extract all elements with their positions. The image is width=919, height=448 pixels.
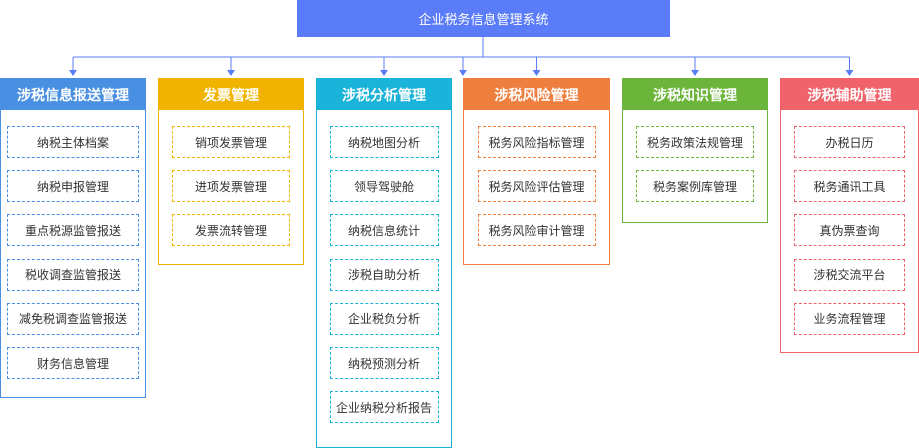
module-item: 税务政策法规管理 [636,126,754,158]
module-title: 涉税知识管理 [623,79,767,110]
module-item: 业务流程管理 [794,302,905,335]
module-item: 重点税源监管报送 [7,214,139,247]
root-node: 企业税务信息管理系统 [297,0,670,37]
module-item: 减免税调查监管报送 [7,302,139,335]
module-item: 税务案例库管理 [636,170,754,203]
module-item: 涉税自助分析 [329,258,439,291]
module-column-4: 涉税风险管理 税务风险指标管理 税务风险评估管理 税务风险审计管理 [463,78,610,265]
module-item: 税务风险指标管理 [477,126,596,158]
org-chart: 企业税务信息管理系统 涉税信息报送管理 纳税主体档案 纳税申报管理 重点税源监管报送税… [0,0,919,448]
branch-arrow-icon [691,70,699,76]
module-column-5: 涉税知识管理 税务政策法规管理 税务案例库管理 [622,78,768,223]
module-item: 进项发票管理 [172,170,290,203]
module-item: 纳税信息统计 [329,214,439,247]
branch-arrow-icon [532,70,541,76]
module-item: 纳税预测分析 [329,347,439,379]
module-item: 发票流转管理 [172,214,290,247]
module-column-1: 涉税信息报送管理 纳税主体档案 纳税申报管理 重点税源监管报送 税收调查监管报送 减免税调… [0,78,146,398]
module-item: 税务风险审计管理 [477,214,596,247]
module-item: 纳税申报管理 [7,170,139,203]
center-arrow-icon [459,70,467,76]
module-item: 真伪票查询 [794,214,905,247]
module-item: 纳税地图分析 [329,126,439,158]
module-item: 企业纳税分析报告 [329,391,439,424]
module-title: 涉税风险管理 [464,79,609,110]
root-title: 企业税务信息管理系统 [418,13,549,28]
module-item: 销项发票管理 [172,126,290,158]
module-title: 发票管理 [159,79,303,110]
module-item: 企业税负分析 [329,302,439,335]
branch-arrow-icon [227,70,235,76]
module-item: 办税日历 [794,126,905,158]
module-title: 涉税分析管理 [317,79,451,110]
branch-arrow-icon [380,70,388,76]
module-title: 涉税辅助管理 [781,79,918,110]
module-item: 税收调查监管报送 [7,258,139,291]
module-item: 税务通讯工具 [794,170,905,203]
module-title: 涉税信息报送管理 [1,79,145,110]
branch-arrow-icon [69,70,77,76]
module-column-2: 发票管理销项发票管理 进项发票管理 发票流转管理 [158,78,304,265]
module-item: 财务信息管理 [7,347,139,379]
module-column-3: 涉税分析管理 纳税地图分析 领导驾驶舱纳税信息统计 涉税自助分析 企业税负分析 纳税预测分… [316,78,452,448]
module-item: 税务风险评估管理 [477,170,596,203]
module-item: 领导驾驶舱 [329,170,439,203]
module-item: 涉税交流平台 [794,258,905,291]
module-column-6: 涉税辅助管理 办税日历税务通讯工具 真伪票查询涉税交流平台 业务流程管理 [780,78,919,353]
branch-arrow-icon [845,70,854,76]
module-item: 纳税主体档案 [7,126,139,158]
